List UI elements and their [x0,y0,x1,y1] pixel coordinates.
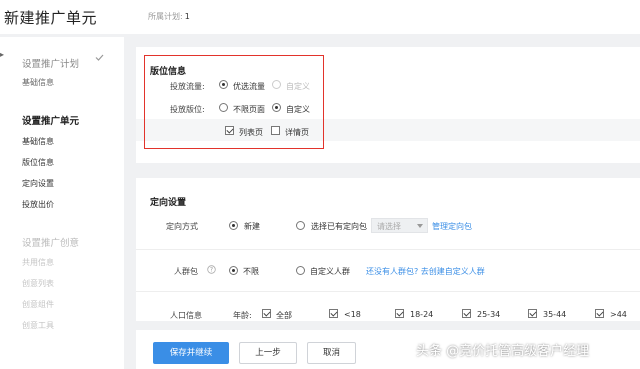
targeting-package-select[interactable]: 请选择 [371,218,428,233]
targeting-section-title: 定向设置 [150,198,187,208]
age-label: 年龄: [233,311,252,320]
divider [136,249,640,250]
crowd-unlimited-radio[interactable] [229,266,238,275]
sidebar-item-bidding[interactable]: 投放出价 [22,199,54,210]
age-under18-checkbox[interactable] [329,309,338,318]
create-crowd-link[interactable]: 还没有人群包? 去创建自定义人群 [366,266,485,277]
sidebar: ▸ 设置推广计划 基础信息 设置推广单元 基础信息 版位信息 定向设置 投放出价… [0,37,124,369]
help-icon[interactable]: ? [207,265,216,274]
sidebar-item-placement[interactable]: 版位信息 [22,157,54,168]
sidebar-item-plan-basic[interactable]: 基础信息 [22,77,54,88]
page-title: 新建推广单元 [4,9,98,27]
method-existing-radio[interactable] [296,221,305,230]
collapse-arrow-icon[interactable]: ▸ [0,50,8,60]
age-18-24-checkbox[interactable] [395,309,404,318]
age-all-checkbox[interactable] [262,309,271,318]
age-over44-checkbox[interactable] [595,309,604,318]
cancel-button[interactable]: 取消 [307,342,356,364]
age-35-44-checkbox[interactable] [528,309,537,318]
age-18-24-label[interactable]: 18-24 [410,310,433,319]
age-under18-label[interactable]: <18 [344,310,361,319]
divider [136,291,640,292]
sidebar-item-shared-info[interactable]: 共用信息 [22,257,54,268]
age-25-34-checkbox[interactable] [462,309,471,318]
chevron-down-icon [417,224,423,228]
crowd-unlimited-label[interactable]: 不限 [243,266,259,277]
sidebar-item-creative-components[interactable]: 创意组件 [22,299,54,310]
sidebar-step-creative[interactable]: 设置推广创意 [22,235,79,249]
sidebar-step-unit[interactable]: 设置推广单元 [22,113,79,127]
plan-label: 所属计划: [148,12,183,21]
save-continue-button[interactable]: 保存并继续 [153,342,229,364]
watermark: 头条 @竞价托管高级客户经理 [416,344,590,359]
age-all-label[interactable]: 全部 [276,310,292,321]
crowd-custom-radio[interactable] [296,266,305,275]
method-new-radio[interactable] [229,221,238,230]
crowd-custom-label[interactable]: 自定义人群 [310,266,350,277]
method-new-label[interactable]: 新建 [244,221,260,232]
top-bar: 新建推广单元 所属计划: 1 [0,0,640,34]
age-35-44-label[interactable]: 35-44 [543,310,566,319]
age-25-34-label[interactable]: 25-34 [477,310,500,319]
sidebar-item-creative-tools[interactable]: 创意工具 [22,320,54,331]
sidebar-step-plan[interactable]: 设置推广计划 [22,56,79,70]
targeting-method-label: 定向方式 [166,222,198,231]
plan-info: 所属计划: 1 [148,11,190,22]
select-placeholder: 请选择 [377,222,401,231]
check-icon [95,54,104,61]
svg-text:?: ? [210,267,213,274]
crowd-label: 人群包 [174,267,198,276]
highlight-frame [144,55,324,149]
demographic-label: 人口信息 [170,311,202,320]
sidebar-item-unit-basic[interactable]: 基础信息 [22,136,54,147]
sidebar-item-creative-list[interactable]: 创意列表 [22,278,54,289]
method-existing-label[interactable]: 选择已有定向包 [311,221,367,232]
age-over44-label[interactable]: >44 [610,310,627,319]
previous-step-button[interactable]: 上一步 [239,342,297,364]
manage-package-link[interactable]: 管理定向包 [432,221,472,232]
plan-value: 1 [184,12,190,21]
sidebar-item-targeting[interactable]: 定向设置 [22,178,54,189]
